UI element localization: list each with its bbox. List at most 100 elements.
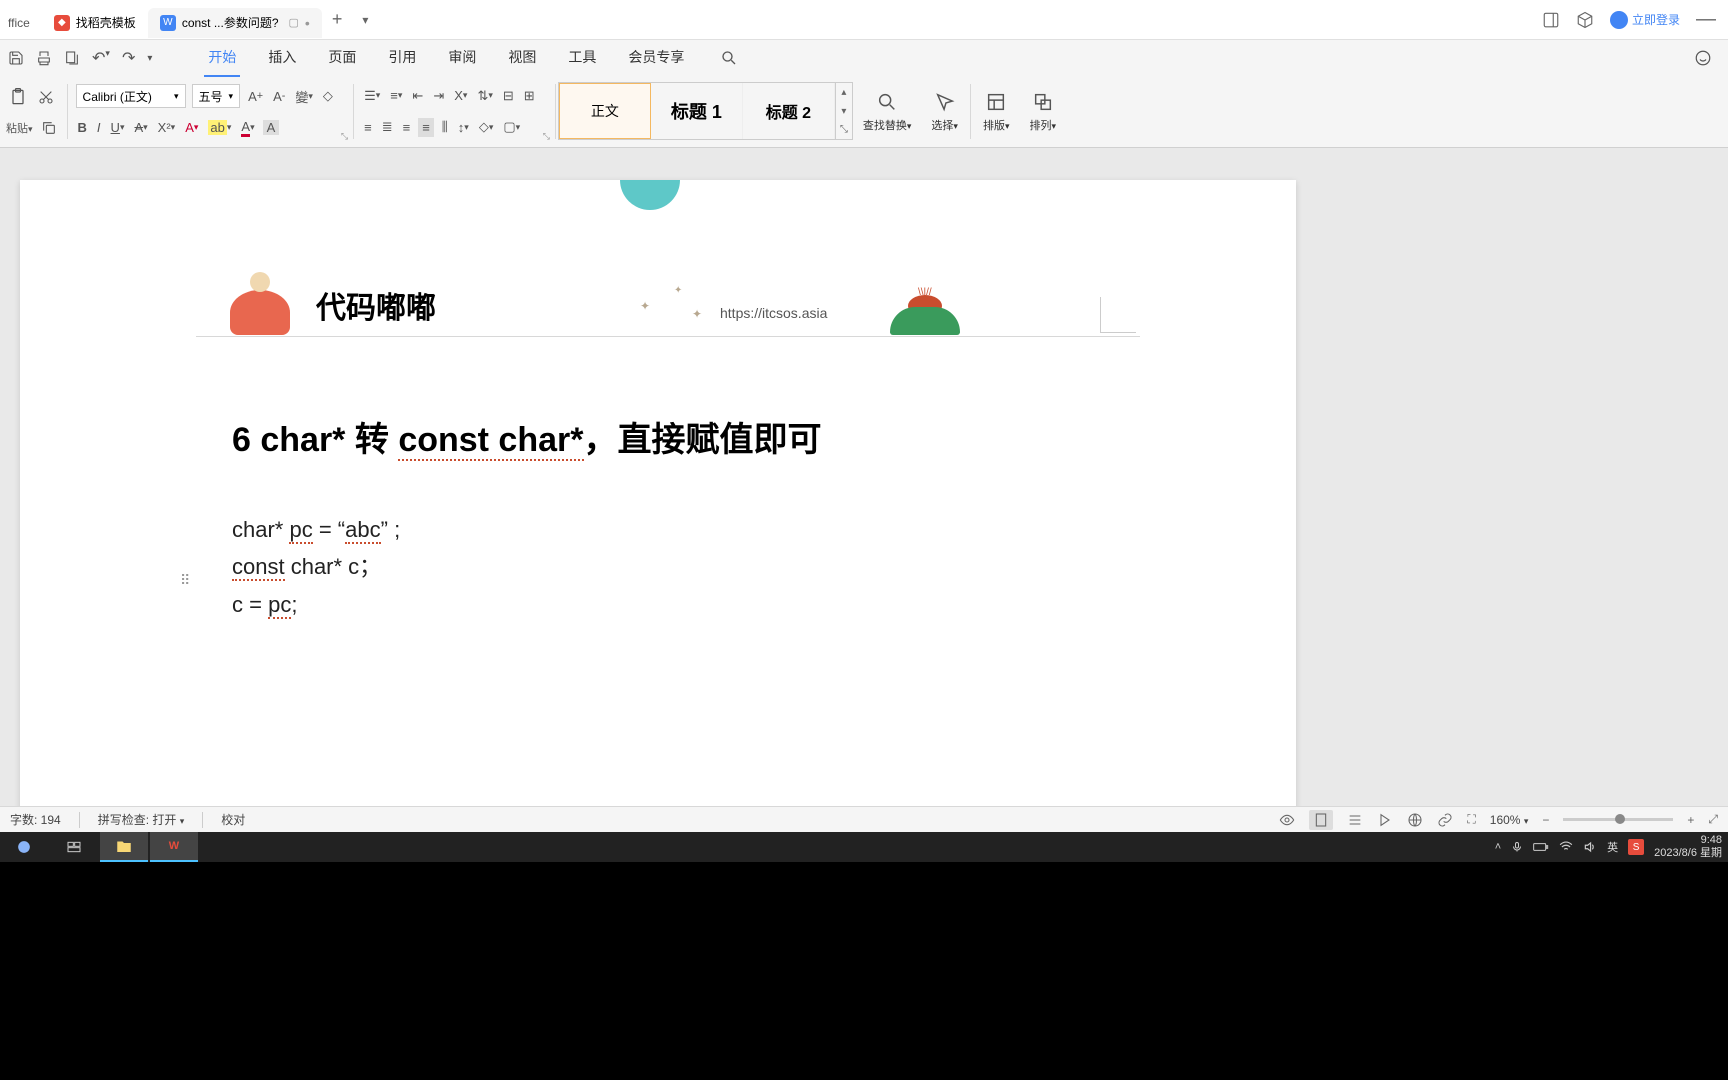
font-size-select[interactable]: 五号▾ — [192, 84, 241, 108]
tray-mic-icon[interactable] — [1511, 841, 1523, 853]
bold-button[interactable]: B — [76, 118, 89, 137]
shrink-font-icon[interactable]: A- — [271, 87, 287, 106]
sogou-ime-icon[interactable]: S — [1628, 839, 1644, 855]
ime-indicator[interactable]: 英 — [1607, 839, 1618, 855]
style-up-icon[interactable]: ▴ — [836, 83, 852, 102]
clear-format-icon[interactable]: ◇ — [321, 86, 335, 106]
align-right-icon[interactable]: ≡ — [401, 118, 413, 137]
spellcheck-status[interactable]: 拼写检查: 打开 ▾ — [98, 811, 185, 828]
text-effect-button[interactable]: A▾ — [183, 118, 200, 137]
login-button[interactable]: 立即登录 — [1610, 11, 1680, 29]
line-spacing-icon[interactable]: ↕▾ — [456, 118, 471, 137]
align-left-icon[interactable]: ≡ — [362, 118, 374, 137]
italic-button[interactable]: I — [95, 118, 103, 137]
wps-taskbar-icon[interactable]: W — [150, 832, 198, 862]
eye-icon[interactable] — [1279, 812, 1295, 828]
style-heading2[interactable]: 标题 2 — [743, 83, 835, 139]
arrange-button[interactable]: 排列▾ — [1019, 80, 1066, 143]
new-tab-button[interactable]: + — [322, 9, 353, 30]
tab-office[interactable]: ffice — [0, 8, 42, 38]
zoom-slider[interactable] — [1563, 818, 1673, 821]
shading-icon[interactable]: ◇▾ — [477, 117, 496, 137]
print-layout-icon[interactable] — [1309, 810, 1333, 830]
tray-chevron-icon[interactable]: ˄ — [1495, 841, 1501, 853]
explorer-taskbar-icon[interactable] — [100, 832, 148, 862]
grow-font-icon[interactable]: A+ — [246, 87, 265, 106]
zoom-out-icon[interactable]: − — [1542, 813, 1549, 827]
outline-view-icon[interactable] — [1347, 812, 1363, 828]
menu-start[interactable]: 开始 — [204, 39, 240, 77]
menu-page[interactable]: 页面 — [324, 39, 360, 77]
tab-close-icon[interactable]: • — [305, 15, 310, 31]
select-button[interactable]: 选择▾ — [921, 80, 968, 143]
numbering-icon[interactable]: ≡▾ — [388, 86, 404, 105]
font-color-button[interactable]: A▾ — [239, 117, 256, 139]
align-center-icon[interactable]: ≣ — [380, 117, 395, 137]
link-icon[interactable] — [1437, 812, 1453, 828]
tray-volume-icon[interactable] — [1583, 840, 1597, 854]
page[interactable]: 代码嘟嘟 ✦ ✦ ✦ https://itcsos.asia \\|// 6 c… — [20, 180, 1296, 832]
zoom-in-icon[interactable]: + — [1687, 813, 1694, 827]
menu-member[interactable]: 会员专享 — [624, 39, 688, 77]
underline-button[interactable]: U▾ — [109, 118, 127, 137]
style-normal[interactable]: 正文 — [559, 83, 651, 139]
document-body[interactable]: 6 char* 转 const char*，直接赋值即可 char* pc = … — [232, 412, 1136, 623]
cut-icon[interactable] — [36, 87, 56, 107]
proofing-status[interactable]: 校对 — [221, 811, 245, 828]
web-layout-icon[interactable] — [1407, 812, 1423, 828]
indent-icon[interactable]: ⇥ — [431, 86, 446, 106]
tab-document-active[interactable]: W const ...参数问题? ▢ • — [148, 8, 322, 38]
change-case-icon[interactable]: 變▾ — [293, 85, 315, 108]
clock[interactable]: 9:48 2023/8/6 星期 — [1654, 834, 1722, 860]
menu-insert[interactable]: 插入 — [264, 39, 300, 77]
tab-window-icon[interactable]: ▢ — [289, 16, 299, 29]
font-launcher-icon[interactable]: ⤡ — [341, 131, 351, 143]
para-launcher-icon[interactable]: ⤡ — [543, 131, 553, 143]
menu-ref[interactable]: 引用 — [384, 39, 420, 77]
menu-tools[interactable]: 工具 — [564, 39, 600, 77]
style-down-icon[interactable]: ▾ — [836, 102, 852, 121]
word-count[interactable]: 字数: 194 — [10, 811, 61, 828]
borders-icon[interactable]: ▢▾ — [501, 117, 522, 137]
undo-icon[interactable]: ↶ ▾ — [92, 48, 110, 68]
new-tab-dropdown[interactable]: ▾ — [352, 13, 378, 27]
font-family-select[interactable]: Calibri (正文)▾ — [76, 84, 186, 108]
tray-battery-icon[interactable] — [1533, 841, 1549, 853]
distribute-icon[interactable]: ⫼ — [440, 117, 450, 137]
start-button[interactable] — [0, 832, 48, 862]
qa-dropdown[interactable]: ▾ — [147, 53, 152, 64]
tray-wifi-icon[interactable] — [1559, 840, 1573, 854]
justify-icon[interactable]: ≡ — [418, 118, 434, 137]
copy-icon[interactable] — [39, 118, 59, 138]
sort-icon[interactable]: ⇅▾ — [475, 86, 494, 106]
zoom-level[interactable]: 160% ▾ — [1490, 813, 1529, 827]
expand-icon[interactable]: ⤢ — [1708, 812, 1718, 827]
preview-icon[interactable] — [64, 50, 80, 66]
reading-view-icon[interactable] — [1377, 812, 1393, 828]
search-icon[interactable] — [720, 49, 738, 67]
tab-templates[interactable]: ◆ 找稻壳模板 — [42, 8, 148, 38]
minimize-button[interactable]: — — [1696, 8, 1716, 31]
fit-page-icon[interactable]: ⛶ — [1467, 812, 1475, 827]
char-shading-button[interactable]: A — [263, 120, 280, 135]
save-icon[interactable] — [8, 50, 24, 66]
superscript-button[interactable]: X²▾ — [156, 118, 178, 137]
panel-icon[interactable] — [1542, 11, 1560, 29]
cube-icon[interactable] — [1576, 11, 1594, 29]
style-heading1[interactable]: 标题 1 — [651, 83, 743, 139]
strike-button[interactable]: A▾ — [132, 118, 149, 137]
bullets-icon[interactable]: ☰▾ — [362, 86, 382, 106]
menu-review[interactable]: 审阅 — [444, 39, 480, 77]
outdent-icon[interactable]: ⇤ — [410, 86, 425, 106]
highlight-button[interactable]: ab▾ — [206, 118, 233, 137]
smile-icon[interactable] — [1694, 49, 1720, 67]
drag-handle-icon[interactable]: ⠿ — [180, 572, 188, 589]
tab-ruler-icon[interactable]: ⊟ — [501, 86, 516, 106]
redo-icon[interactable]: ↷ — [122, 48, 135, 68]
layout-button[interactable]: 排版▾ — [973, 80, 1020, 143]
print-icon[interactable] — [36, 50, 52, 66]
find-replace-button[interactable]: 查找替换▾ — [853, 80, 922, 143]
task-view-button[interactable] — [50, 832, 98, 862]
char-scale-icon[interactable]: X▾ — [452, 86, 469, 105]
show-marks-icon[interactable]: ⊞ — [522, 86, 537, 106]
